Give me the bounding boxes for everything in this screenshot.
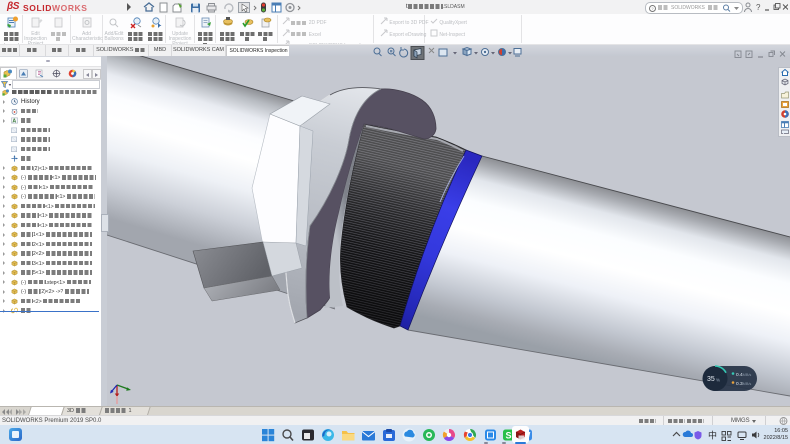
- svg-text:A: A: [12, 118, 16, 124]
- svg-text:35: 35: [707, 376, 715, 383]
- svg-text:?: ?: [756, 3, 761, 12]
- svg-text:%: %: [716, 378, 720, 383]
- svg-text:S: S: [506, 431, 512, 441]
- svg-text:中: 中: [708, 430, 717, 441]
